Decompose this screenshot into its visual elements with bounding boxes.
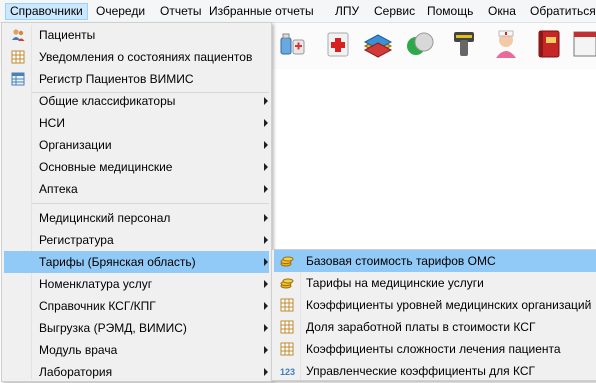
- menu-item-patient-notifications[interactable]: Уведомления о состояниях пациентов: [4, 46, 269, 68]
- menu-item-label: Уведомления о состояниях пациентов: [39, 50, 253, 64]
- submenu-arrow-icon: [264, 214, 268, 222]
- submenu-item-label: Управленческие коэффициенты для КСГ: [306, 364, 536, 378]
- menu-windows[interactable]: Окна: [484, 3, 520, 20]
- barcode-scanner-icon[interactable]: [448, 28, 480, 60]
- submenu-arrow-icon: [264, 280, 268, 288]
- menu-reports[interactable]: Отчеты: [156, 3, 205, 20]
- menu-item-label: Регистр Пациентов ВИМИС: [39, 72, 194, 86]
- submenu-arrow-icon: [264, 119, 268, 127]
- tariffs-submenu: Базовая стоимость тарифов ОМС Тарифы на …: [271, 249, 596, 381]
- submenu-item-label: Доля заработной платы в стоимости КСГ: [306, 320, 536, 334]
- menu-item-export-remd-vimis[interactable]: Выгрузка (РЭМД, ВИМИС): [4, 317, 269, 339]
- submenu-arrow-icon: [264, 346, 268, 354]
- red-book-icon[interactable]: [532, 28, 564, 60]
- grid-table-blue-icon: [11, 72, 25, 86]
- menu-item-registry[interactable]: Регистратура: [4, 229, 269, 251]
- menu-item-main-medical[interactable]: Основные медицинские: [4, 156, 269, 178]
- menu-item-label: Аптека: [39, 182, 78, 196]
- menu-item-label: Модуль врача: [39, 343, 118, 357]
- submenu-arrow-icon: [264, 302, 268, 310]
- first-aid-kit-icon[interactable]: [323, 28, 355, 60]
- submenu-arrow-icon: [264, 324, 268, 332]
- menu-queues[interactable]: Очереди: [92, 3, 149, 20]
- menu-item-label: Медицинский персонал: [39, 211, 171, 225]
- menu-item-label: Регистратура: [39, 233, 114, 247]
- grid-table-icon: [280, 298, 294, 312]
- menu-item-ksg-kpg[interactable]: Справочник КСГ/КПГ: [4, 295, 269, 317]
- submenu-item-treatment-complexity-coefficients[interactable]: Коэффициенты сложности лечения пациента: [274, 338, 596, 360]
- submenu-arrow-icon: [264, 141, 268, 149]
- submenu-item-base-oms-tariff-cost[interactable]: Базовая стоимость тарифов ОМС: [274, 250, 596, 272]
- document-window-icon[interactable]: [572, 28, 596, 60]
- coins-icon: [280, 254, 294, 268]
- submenu-item-management-coefficients-ksg[interactable]: 123 Управленческие коэффициенты для КСГ: [274, 360, 596, 382]
- menu-item-doctor-module[interactable]: Модуль врача: [4, 339, 269, 361]
- menu-separator: [32, 203, 269, 204]
- menu-item-label: Тарифы (Брянская область): [39, 255, 196, 269]
- menu-item-label: Пациенты: [39, 28, 96, 42]
- submenu-arrow-icon: [264, 97, 268, 105]
- menu-item-label: Основные медицинские: [39, 160, 173, 174]
- menu-item-organizations[interactable]: Организации: [4, 134, 269, 156]
- menu-item-tariffs-bryansk[interactable]: Тарифы (Брянская область): [4, 251, 269, 273]
- grid-table-icon: [280, 320, 294, 334]
- menu-item-patients[interactable]: Пациенты: [4, 24, 269, 46]
- menu-bar: Справочники Очереди Отчеты Избранные отч…: [0, 0, 596, 23]
- submenu-item-org-level-coefficients[interactable]: Коэффициенты уровней медицинских организ…: [274, 294, 596, 316]
- patients-icon: [11, 28, 25, 42]
- medicine-bottles-icon[interactable]: [278, 28, 310, 60]
- menu-reference[interactable]: Справочники: [5, 3, 88, 20]
- submenu-arrow-icon: [264, 258, 268, 266]
- pill-capsule-icon[interactable]: [404, 28, 436, 60]
- numbers-123-text: 123: [280, 367, 295, 377]
- submenu-item-salary-share-ksg[interactable]: Доля заработной платы в стоимости КСГ: [274, 316, 596, 338]
- menu-item-label: Выгрузка (РЭМД, ВИМИС): [39, 321, 187, 335]
- nurse-icon[interactable]: [490, 28, 522, 60]
- menu-service[interactable]: Сервис: [370, 3, 419, 20]
- submenu-arrow-icon: [264, 236, 268, 244]
- submenu-arrow-icon: [264, 185, 268, 193]
- menu-item-vimis-register[interactable]: Регистр Пациентов ВИМИС: [4, 68, 269, 90]
- menu-item-services-nomenclature[interactable]: Номенклатура услуг: [4, 273, 269, 295]
- menu-item-label: Номенклатура услуг: [39, 277, 153, 291]
- menu-help[interactable]: Помощь: [423, 3, 477, 20]
- menu-item-general-classifiers[interactable]: Общие классификаторы: [4, 90, 269, 112]
- submenu-item-label: Коэффициенты уровней медицинских организ…: [306, 298, 592, 312]
- submenu-item-label: Базовая стоимость тарифов ОМС: [306, 254, 496, 268]
- submenu-arrow-icon: [264, 163, 268, 171]
- menu-item-label: Справочник КСГ/КПГ: [39, 299, 156, 313]
- grid-table-icon: [280, 342, 294, 356]
- submenu-arrow-icon: [264, 368, 268, 376]
- grid-table-icon: [11, 50, 25, 64]
- menu-item-medical-staff[interactable]: Медицинский персонал: [4, 207, 269, 229]
- menu-favorite-reports[interactable]: Избранные отчеты: [205, 3, 318, 20]
- submenu-item-medical-services-tariffs[interactable]: Тарифы на медицинские услуги: [274, 272, 596, 294]
- menu-contact[interactable]: Обратиться: [526, 3, 596, 20]
- menu-item-nsi[interactable]: НСИ: [4, 112, 269, 134]
- reference-dropdown-menu: Пациенты Уведомления о состояниях пациен…: [1, 22, 272, 382]
- submenu-item-label: Коэффициенты сложности лечения пациента: [306, 342, 561, 356]
- submenu-item-label: Тарифы на медицинские услуги: [306, 276, 484, 290]
- menu-lpu[interactable]: ЛПУ: [331, 3, 363, 20]
- menu-item-label: Общие классификаторы: [39, 94, 176, 108]
- coins-icon: [280, 276, 294, 290]
- numbers-123-icon: 123: [280, 364, 295, 378]
- menu-item-pharmacy[interactable]: Аптека: [4, 178, 269, 200]
- menu-item-label: НСИ: [39, 116, 65, 130]
- books-icon[interactable]: [362, 28, 394, 60]
- menu-item-label: Организации: [39, 138, 112, 152]
